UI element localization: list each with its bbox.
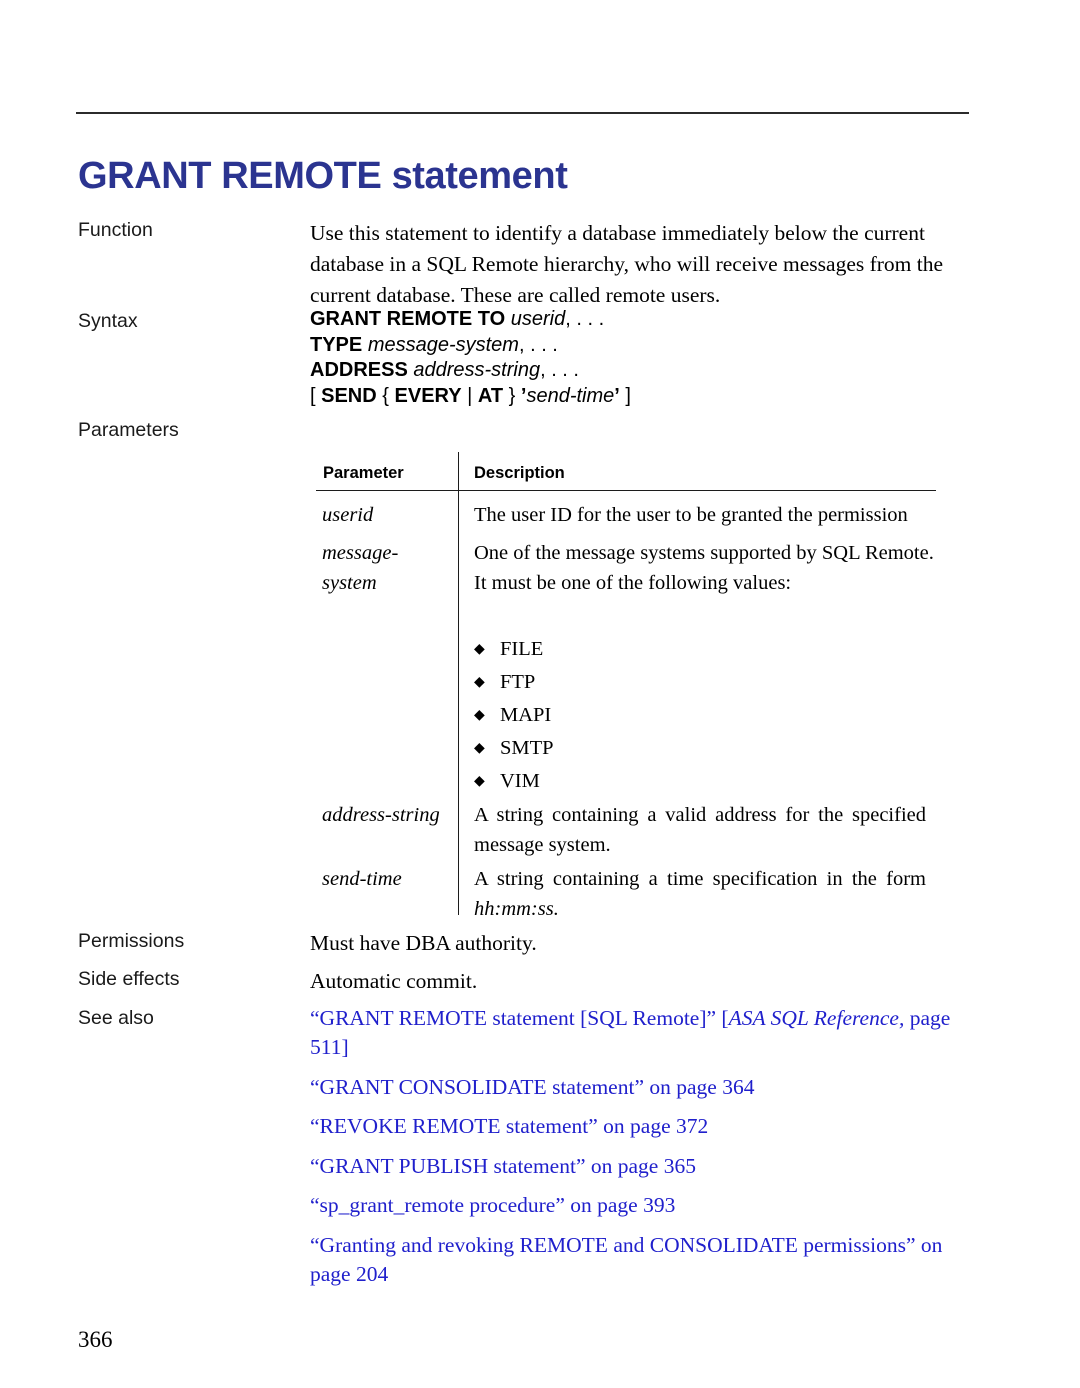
see-also-link[interactable]: “Granting and revoking REMOTE and CONSOL… [310, 1231, 970, 1289]
syntax-line-1: GRANT REMOTE TO userid, . . . [310, 307, 970, 333]
section-label-see-also: See also [78, 1007, 154, 1029]
table-header-rule [316, 490, 936, 491]
list-item: ◆ MAPI [474, 699, 904, 732]
parameter-name: send-time [322, 868, 402, 890]
syntax-line-4: [ SEND { EVERY | AT } ’send-time’ ] [310, 384, 970, 410]
link-text-italic: ASA SQL Reference, [728, 1006, 905, 1030]
syntax-keyword: TYPE [310, 333, 363, 356]
list-item-label: MAPI [500, 704, 552, 726]
header-rule [76, 112, 969, 114]
see-also-link[interactable]: “GRANT CONSOLIDATE statement” on page 36… [310, 1073, 990, 1102]
syntax-block: GRANT REMOTE TO userid, . . . TYPE messa… [310, 307, 970, 409]
list-item: ◆ FTP [474, 666, 904, 699]
page-number: 366 [78, 1327, 113, 1352]
diamond-bullet-icon: ◆ [474, 708, 485, 723]
list-item-label: SMTP [500, 737, 554, 759]
syntax-line-2: TYPE message-system, . . . [310, 333, 970, 359]
parameter-name: userid [322, 504, 374, 526]
permissions-text: Must have DBA authority. [310, 931, 537, 955]
syntax-placeholder: send-time [526, 384, 615, 407]
table-header-parameter: Parameter [323, 464, 404, 482]
syntax-pipe: | [467, 384, 473, 407]
parameter-description: A string containing a time specification… [474, 864, 926, 924]
parameter-description-text: A string containing a time specification… [474, 868, 926, 890]
syntax-bracket-close: ] [619, 384, 631, 407]
page-title: GRANT REMOTE statement [78, 155, 568, 198]
function-description: Use this statement to identify a databas… [310, 221, 944, 307]
diamond-bullet-icon: ◆ [474, 741, 485, 756]
syntax-trailing: , . . . [518, 333, 558, 356]
table-header-description: Description [474, 464, 565, 482]
section-label-syntax: Syntax [78, 310, 138, 332]
syntax-keyword-every: EVERY [394, 384, 462, 407]
syntax-trailing: , . . . [540, 359, 579, 381]
list-item-label: FTP [500, 671, 536, 693]
syntax-keyword: ADDRESS [310, 359, 408, 381]
parameter-description: A string containing a valid address for … [474, 804, 926, 856]
syntax-keyword-send: SEND [321, 384, 377, 407]
diamond-bullet-icon: ◆ [474, 774, 485, 789]
see-also-link[interactable]: “sp_grant_remote procedure” on page 393 [310, 1191, 990, 1220]
link-text: “GRANT REMOTE statement [SQL Remote]” [ [310, 1006, 729, 1030]
side-effects-text: Automatic commit. [310, 969, 478, 993]
parameter-description: One of the message systems supported by … [474, 542, 934, 594]
syntax-brace-open: { [382, 384, 389, 407]
syntax-bracket-open: [ [310, 384, 322, 407]
list-item: ◆ FILE [474, 633, 904, 666]
message-system-values-list: ◆ FILE ◆ FTP ◆ MAPI ◆ SMTP ◆ VIM [474, 633, 904, 798]
table-column-divider [458, 452, 459, 915]
document-page: GRANT REMOTE statement Function Use this… [0, 0, 1080, 1388]
see-also-links: “GRANT REMOTE statement [SQL Remote]” [A… [310, 1004, 990, 1299]
parameter-name-line2: system [322, 572, 377, 594]
parameter-description: The user ID for the user to be granted t… [474, 504, 908, 526]
page-title-text: GRANT REMOTE statement [78, 155, 568, 197]
see-also-link[interactable]: “REVOKE REMOTE statement” on page 372 [310, 1112, 990, 1141]
syntax-keyword-at: AT [477, 384, 504, 407]
diamond-bullet-icon: ◆ [474, 642, 485, 657]
parameter-name: message- system [322, 538, 450, 598]
list-item-label: VIM [500, 770, 540, 792]
syntax-line-3: ADDRESS address-string, . . . [310, 358, 970, 384]
section-label-permissions: Permissions [78, 930, 185, 952]
section-label-side-effects: Side effects [78, 968, 180, 990]
section-label-function: Function [78, 219, 153, 241]
parameter-name: address-string [322, 804, 440, 826]
syntax-keyword: GRANT REMOTE TO [310, 308, 506, 330]
diamond-bullet-icon: ◆ [474, 675, 485, 690]
list-item-label: FILE [500, 638, 544, 660]
syntax-placeholder: message-system [367, 333, 519, 356]
list-item: ◆ SMTP [474, 732, 904, 765]
see-also-link[interactable]: “GRANT PUBLISH statement” on page 365 [310, 1152, 990, 1181]
syntax-placeholder: address-string [413, 359, 541, 381]
syntax-brace-close: } [508, 384, 516, 407]
syntax-placeholder: userid [510, 308, 566, 330]
parameter-name-line1: message- [322, 542, 399, 564]
syntax-trailing: , . . . [565, 308, 605, 330]
see-also-link[interactable]: “GRANT REMOTE statement [SQL Remote]” [A… [310, 1004, 990, 1062]
section-label-parameters: Parameters [78, 419, 179, 441]
list-item: ◆ VIM [474, 765, 904, 798]
parameter-description-format: hh:mm:ss. [474, 898, 559, 920]
